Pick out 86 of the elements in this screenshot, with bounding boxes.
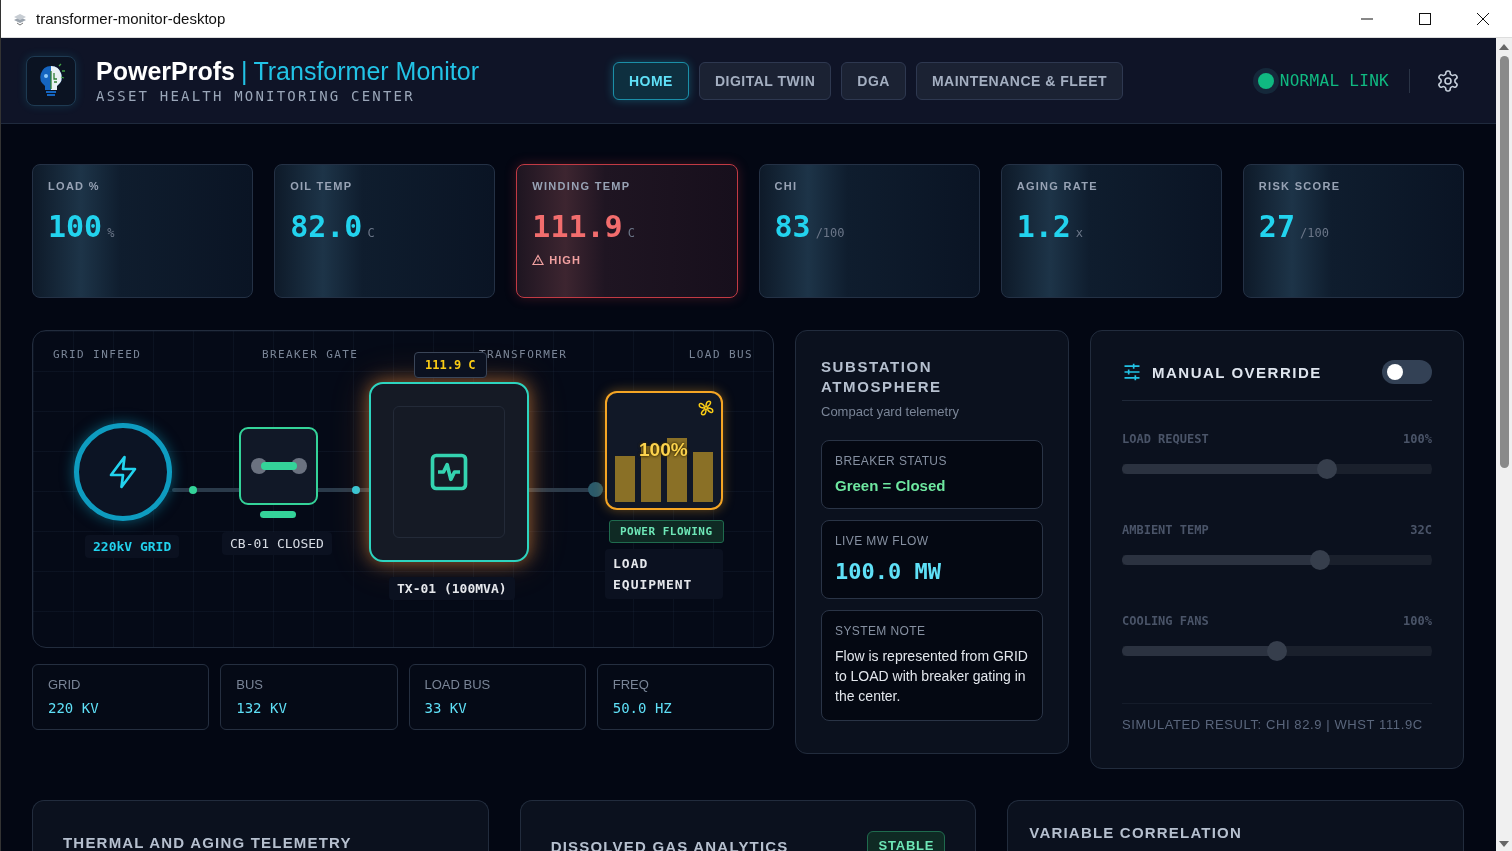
product-name: Transformer Monitor xyxy=(253,57,479,86)
nav-tab[interactable]: HOME xyxy=(612,61,689,100)
metric-label: AGING RATE xyxy=(1016,180,1098,192)
node-label: 220kV GRID xyxy=(85,535,180,558)
slider-thumb[interactable] xyxy=(1316,459,1337,479)
slider-reading: 100% xyxy=(1403,614,1432,628)
metric-unit: % xyxy=(107,226,115,240)
junction-dot xyxy=(588,482,603,497)
fan-icon xyxy=(697,399,715,417)
metric-unit: C xyxy=(627,226,635,240)
nav-tab[interactable]: DGA xyxy=(841,61,906,100)
reading-label: GRID xyxy=(48,677,81,692)
node-label: TX-01 (100MVA) xyxy=(389,577,515,600)
slider-reading: 32C xyxy=(1410,523,1432,537)
metric-value: 1.2 xyxy=(1016,209,1071,244)
slider-label: AMBIENT TEMP xyxy=(1122,523,1209,537)
metric-value: 83 xyxy=(774,209,811,244)
metric-unit: /100 xyxy=(815,226,845,240)
logo-icon xyxy=(26,55,76,106)
scroll-down-icon[interactable] xyxy=(1499,841,1509,847)
metric-value: 82.0 xyxy=(290,209,363,244)
sliders-icon xyxy=(1122,362,1142,382)
slider-reading: 100% xyxy=(1403,432,1432,446)
window-title: transformer-monitor-desktop xyxy=(36,10,227,27)
settings-icon[interactable] xyxy=(1436,68,1460,93)
panel-title: MANUAL OVERRIDE xyxy=(1152,363,1322,381)
reading-value: 132 KV xyxy=(236,700,287,716)
metric-label: LOAD % xyxy=(48,180,100,192)
reading-label: LOAD BUS xyxy=(424,677,491,692)
metric-value: 111.9 xyxy=(532,209,623,244)
flow-value: 100.0 MW xyxy=(835,559,941,584)
card-label: SYSTEM NOTE xyxy=(835,624,926,638)
reading-value: 50.0 HZ xyxy=(612,700,672,716)
minimize-icon[interactable] xyxy=(1361,17,1373,20)
card-label: LIVE MW FLOW xyxy=(835,534,929,548)
alert-text: HIGH xyxy=(549,254,581,266)
reading-label: FREQ xyxy=(612,677,649,692)
slider-label: COOLING FANS xyxy=(1122,614,1209,628)
status-value: Green = Closed xyxy=(835,477,946,494)
stage-label: LOAD BUS xyxy=(688,348,753,361)
toggle-switch[interactable] xyxy=(1382,360,1432,384)
close-icon[interactable] xyxy=(1477,12,1489,25)
card-label: BREAKER STATUS xyxy=(835,454,947,468)
subtitle: ASSET HEALTH MONITORING CENTER xyxy=(96,88,416,104)
metric-unit: /100 xyxy=(1299,226,1329,240)
metric-value: 100 xyxy=(48,209,103,244)
card-title: THERMAL AND AGING TELEMETRY xyxy=(63,834,352,851)
metric-unit: x xyxy=(1075,226,1084,240)
junction-dot xyxy=(352,486,360,494)
simulated-result: SIMULATED RESULT: CHI 82.9 | WHST 111.9C xyxy=(1122,717,1423,732)
slider-thumb[interactable] xyxy=(1310,550,1331,570)
breaker-base xyxy=(260,511,296,518)
node-label: LOAD EQUIPMENT xyxy=(605,549,723,599)
slider-label: LOAD REQUEST xyxy=(1122,432,1209,446)
status-badge: STABLE xyxy=(867,831,946,851)
reading-label: BUS xyxy=(236,677,263,692)
panel-subtitle: Compact yard telemetry xyxy=(821,404,959,419)
node-label: CB-01 CLOSED xyxy=(222,532,332,555)
reading-value: 220 KV xyxy=(48,700,99,716)
nav-tab[interactable]: MAINTENANCE & FLEET xyxy=(915,61,1124,100)
brand-name: PowerProfs xyxy=(96,57,235,86)
stage-label: GRID INFEED xyxy=(53,348,142,361)
status-badge: POWER FLOWING xyxy=(609,520,724,543)
metric-value: 27 xyxy=(1258,209,1295,244)
metric-label: OIL TEMP xyxy=(290,180,353,192)
metric-unit: C xyxy=(367,226,375,240)
card-title: VARIABLE CORRELATION xyxy=(1029,824,1242,841)
slider-thumb[interactable] xyxy=(1267,641,1287,661)
maximize-icon[interactable] xyxy=(1419,12,1431,25)
title-separator: | xyxy=(240,57,248,86)
nav-tab[interactable]: DIGITAL TWIN xyxy=(698,61,832,100)
scrollbar[interactable] xyxy=(1496,38,1512,851)
metric-label: WINDING TEMP xyxy=(532,180,631,192)
breaker-switch-icon xyxy=(250,456,307,476)
scroll-thumb[interactable] xyxy=(1499,56,1509,468)
warning-icon xyxy=(532,254,545,266)
scroll-up-icon[interactable] xyxy=(1499,44,1509,50)
reading-value: 33 KV xyxy=(424,700,467,716)
link-status: NORMAL LINK xyxy=(1279,71,1389,90)
panel-title: SUBSTATION ATMOSPHERE xyxy=(821,357,943,397)
metric-label: RISK SCORE xyxy=(1258,180,1341,192)
metric-label: CHI xyxy=(774,180,798,192)
junction-dot xyxy=(189,486,197,494)
stage-label: BREAKER GATE xyxy=(262,348,359,361)
note-text: Flow is represented from GRID to LOAD with breaker gating in the center. xyxy=(835,647,1029,706)
stage-label: TRANSFORMER xyxy=(479,348,568,361)
